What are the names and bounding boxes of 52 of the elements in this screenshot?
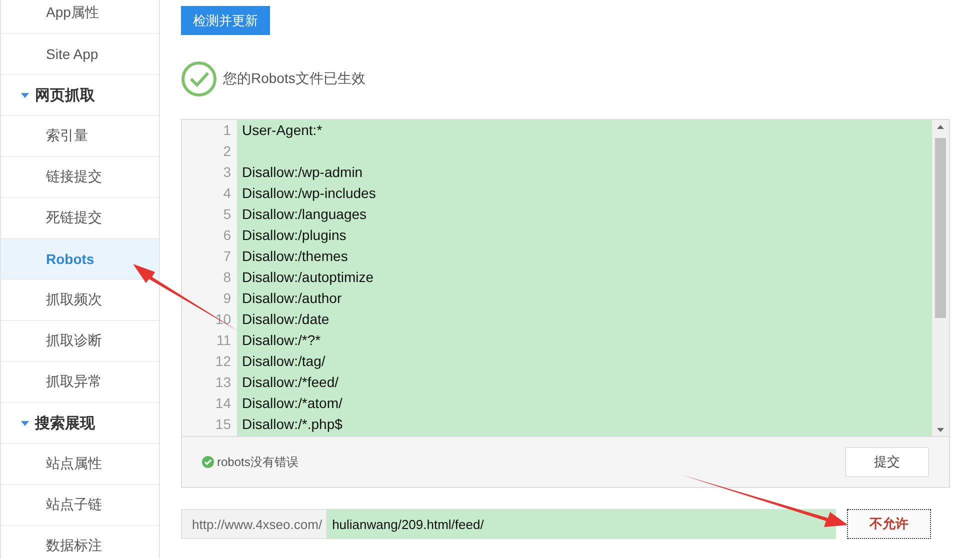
section-label: 搜索展现 (35, 414, 95, 432)
code-line: Disallow:/*atom/ (241, 394, 344, 413)
update-button[interactable]: 检测并更新 (181, 6, 270, 35)
url-prefix: http://www.4xseo.com/ (181, 509, 328, 539)
code-line: Disallow:/themes (241, 247, 349, 266)
sidebar-section[interactable]: 网页抓取 (1, 75, 159, 116)
sidebar-item[interactable]: Site App (1, 34, 159, 75)
section-label: 网页抓取 (35, 86, 95, 104)
line-number: 6 (222, 226, 232, 245)
sidebar-item[interactable]: 索引量 (1, 116, 159, 157)
status-message: 您的Robots文件已生效 (223, 70, 366, 88)
line-number: 11 (215, 331, 232, 350)
sidebar-item[interactable]: 抓取诊断 (1, 321, 159, 362)
line-number: 5 (222, 205, 232, 224)
sidebar-item[interactable]: 抓取异常 (1, 362, 159, 403)
line-number: 4 (222, 184, 232, 203)
url-input[interactable]: hulianwang/209.html/feed/ (327, 509, 836, 539)
code-line: Disallow:/languages (241, 205, 368, 224)
sidebar-item[interactable]: 站点属性 (1, 444, 159, 485)
code-line: Disallow:/wp-includes (241, 184, 377, 203)
result-button[interactable]: 不允许 (847, 509, 932, 539)
sidebar-item[interactable]: 链接提交 (1, 157, 159, 198)
code-line: Disallow:/date (241, 310, 330, 329)
code-line: Disallow:/*?* (241, 331, 322, 350)
code-line: Disallow:/plugins (241, 226, 348, 245)
code-line: Disallow:/*feed/ (241, 373, 340, 392)
sidebar-item[interactable]: App属性 (1, 0, 159, 34)
line-number: 3 (222, 163, 232, 182)
line-number: 8 (222, 268, 232, 287)
scrollbar[interactable] (932, 120, 949, 436)
line-number: 15 (214, 415, 232, 434)
sidebar-item[interactable]: 数据标注 (1, 526, 159, 559)
code-line: Disallow:/wp-admin (241, 163, 364, 182)
line-number: 9 (222, 289, 232, 308)
code-line: Disallow:/tag/ (241, 352, 326, 371)
code-line: Disallow:/autoptimize (241, 268, 374, 287)
check-icon (202, 456, 214, 468)
line-number: 14 (214, 394, 232, 413)
line-number: 7 (222, 247, 232, 266)
check-message: robots没有错误 (217, 454, 298, 470)
line-number: 2 (222, 142, 232, 161)
check-icon (181, 61, 217, 97)
line-number: 12 (214, 352, 232, 371)
submit-button[interactable]: 提交 (845, 447, 929, 477)
code-line: Disallow:/author (241, 289, 343, 308)
code-line: Disallow:/*.php$ (241, 415, 344, 434)
code-line: User-Agent:* (241, 121, 324, 140)
sidebar-section[interactable]: 搜索展现 (1, 403, 159, 444)
sidebar-item[interactable]: 站点子链 (1, 485, 159, 526)
line-number: 13 (214, 373, 232, 392)
robots-editor[interactable] (181, 119, 950, 488)
line-number: 1 (222, 121, 232, 140)
